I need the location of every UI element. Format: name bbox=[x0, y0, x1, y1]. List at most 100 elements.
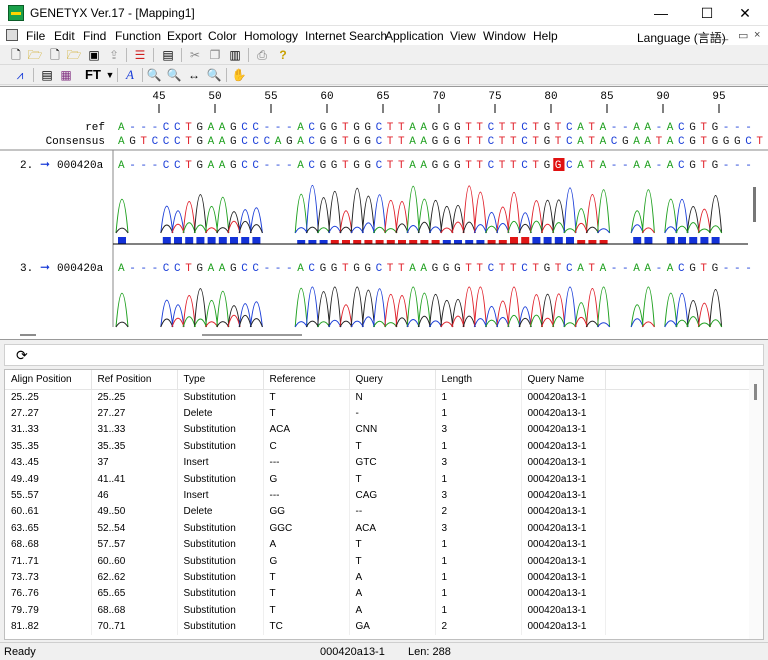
variant-table[interactable]: Align Position Ref Position Type Reference Q… bbox=[4, 369, 764, 640]
minimize-button[interactable]: — bbox=[638, 0, 684, 26]
ref-label: ref bbox=[85, 122, 105, 134]
base-letter: - bbox=[622, 263, 629, 275]
base-letter: T bbox=[342, 263, 349, 275]
alignment-canvas[interactable]: 45 50 55 60 65 70 75 80 85 90 95 ref Consensus A--… bbox=[0, 87, 768, 341]
mdi-close-button[interactable]: × bbox=[754, 29, 760, 41]
open-icon[interactable]: 🗁 bbox=[66, 47, 82, 63]
list-icon[interactable]: ▤ bbox=[39, 67, 55, 83]
trace-peak bbox=[641, 286, 655, 328]
table-row[interactable]: 68..68 57..57 Substitution A T 1 000420a13-1 bbox=[5, 536, 756, 553]
base-letter: A bbox=[409, 122, 416, 134]
ft-dropdown[interactable]: FT bbox=[82, 67, 104, 83]
column-header[interactable]: Ref Position bbox=[91, 370, 178, 390]
assemble-icon[interactable]: ⩘ bbox=[12, 67, 28, 83]
menu-application[interactable]: Application bbox=[385, 29, 444, 43]
table-row[interactable]: 71..71 60..60 Substitution G T 1 000420a13-1 bbox=[5, 552, 756, 570]
base-letter: T bbox=[532, 160, 539, 172]
document-icon[interactable] bbox=[6, 29, 18, 41]
mdi-restore-button[interactable]: ▭ bbox=[738, 29, 748, 42]
base-letter: - bbox=[656, 122, 663, 134]
sequence-alignment-view[interactable]: 45 50 55 60 65 70 75 80 85 90 95 ref Consensus A--… bbox=[0, 86, 768, 340]
arrow-icon: ➞ bbox=[40, 260, 50, 274]
table-cell: Substitution bbox=[177, 569, 264, 586]
table-row[interactable]: 63..65 52..54 Substitution GGC ACA 3 000420a13… bbox=[5, 520, 756, 537]
table-scrollbar[interactable] bbox=[749, 370, 763, 639]
menu-find[interactable]: Find bbox=[83, 29, 106, 43]
column-header[interactable]: Query bbox=[349, 370, 436, 390]
menu-export[interactable]: Export bbox=[167, 29, 202, 43]
base-letter: - bbox=[734, 122, 741, 134]
language-menu[interactable]: Language (言語) bbox=[637, 29, 726, 46]
menu-view[interactable]: View bbox=[450, 29, 476, 43]
cut-icon[interactable]: ✂ bbox=[187, 47, 203, 63]
base-letter: C bbox=[376, 160, 383, 172]
export-icon[interactable]: ⇪ bbox=[106, 47, 122, 63]
table-cell: G bbox=[263, 552, 350, 570]
print-icon[interactable]: ⎙ bbox=[254, 47, 270, 63]
close-button[interactable]: ✕ bbox=[722, 0, 768, 26]
grid-icon[interactable]: ▦ bbox=[58, 67, 74, 83]
menu-help[interactable]: Help bbox=[533, 29, 558, 43]
scroll-thumb[interactable] bbox=[754, 384, 757, 400]
table-row[interactable]: 73..73 62..62 Substitution T A 1 000420a13-1 bbox=[5, 569, 756, 586]
base-letter: G bbox=[689, 122, 696, 134]
table-row[interactable]: 25..25 25..25 Substitution T N 1 000420a13-1 bbox=[5, 389, 756, 406]
trace-peak bbox=[339, 320, 353, 328]
menu-edit[interactable]: Edit bbox=[54, 29, 75, 43]
menu-function[interactable]: Function bbox=[115, 29, 161, 43]
table-row[interactable]: 81..82 70..71 Substitution TC GA 2 000420a13-1 bbox=[5, 618, 756, 635]
base-letter: - bbox=[140, 160, 147, 172]
table-row[interactable]: 79..79 68..68 Substitution T A 1 000420a13-1 bbox=[5, 602, 756, 619]
base-letter: G bbox=[712, 160, 719, 172]
menu-file[interactable]: File bbox=[26, 29, 45, 43]
table-row[interactable]: 35..35 35..35 Substitution C T 1 000420a13-1 bbox=[5, 438, 756, 455]
base-letter: T bbox=[510, 160, 517, 172]
menu-internet-search[interactable]: Internet Search bbox=[305, 29, 387, 43]
table-row[interactable]: 55..57 46 Insert --- CAG 3 000420a13-1 bbox=[5, 487, 756, 504]
trace-peak bbox=[597, 286, 611, 328]
column-header[interactable]: Length bbox=[435, 370, 522, 390]
column-header[interactable]: Query Name bbox=[521, 370, 606, 390]
menu-window[interactable]: Window bbox=[483, 29, 526, 43]
save-icon[interactable]: ▣ bbox=[86, 47, 102, 63]
help-icon[interactable]: ? bbox=[275, 47, 291, 63]
menu-homology[interactable]: Homology bbox=[244, 29, 298, 43]
zoom-in-icon[interactable]: 🔍 bbox=[146, 67, 162, 83]
table-row[interactable]: 60..61 49..50 Delete GG -- 2 000420a13-1 bbox=[5, 503, 756, 521]
base-letter: G bbox=[364, 263, 371, 275]
table-cell: Delete bbox=[177, 503, 264, 521]
table-cell-filler bbox=[605, 487, 756, 504]
new-file-icon[interactable]: 🗋 bbox=[8, 47, 24, 63]
column-header[interactable]: Reference bbox=[263, 370, 350, 390]
base-letter: A bbox=[420, 263, 427, 275]
base-letter: - bbox=[140, 263, 147, 275]
zoom-out-icon[interactable]: 🔍 bbox=[166, 67, 182, 83]
vertical-scrollbar[interactable] bbox=[753, 187, 756, 222]
base-letter: A bbox=[577, 136, 584, 148]
table-row[interactable]: 27..27 27..27 Delete T -1 000420a13-1 bbox=[5, 405, 756, 422]
paste-icon[interactable]: ▥ bbox=[227, 47, 243, 63]
table-row[interactable]: 43..45 37 Insert --- GTC 3 000420a13-1 bbox=[5, 454, 756, 471]
table-row[interactable]: 76..76 65..65 Substitution T A 1 000420a13-1 bbox=[5, 585, 756, 603]
window-icon[interactable]: ▤ bbox=[160, 47, 176, 63]
trace-peak bbox=[552, 222, 566, 234]
open-folder-icon[interactable]: 🗁 bbox=[27, 47, 43, 63]
trace-peak bbox=[585, 320, 599, 328]
zoom-icon[interactable]: 🔍 bbox=[206, 67, 222, 83]
copy-icon[interactable]: ❐ bbox=[207, 47, 223, 63]
menu-color[interactable]: Color bbox=[208, 29, 237, 43]
table-cell-filler bbox=[605, 520, 756, 537]
trace-peak bbox=[328, 225, 342, 234]
chevron-down-icon[interactable]: ▼ bbox=[102, 67, 118, 83]
align-icon[interactable]: ☰ bbox=[132, 47, 148, 63]
column-header[interactable]: Align Position bbox=[5, 370, 92, 390]
column-header[interactable]: Type bbox=[177, 370, 264, 390]
mdi-minimize-button[interactable]: _ bbox=[722, 29, 728, 41]
fit-width-icon[interactable]: ↔ bbox=[186, 67, 202, 83]
table-row[interactable]: 31..33 31..33 Substitution ACA CNN 3 000420a13… bbox=[5, 421, 756, 439]
table-row[interactable]: 49..49 41..41 Substitution G T 1 000420a13-1 bbox=[5, 470, 756, 488]
refresh-icon[interactable]: ⟳ bbox=[16, 347, 28, 364]
font-button[interactable]: A bbox=[122, 67, 138, 83]
hand-icon[interactable]: ✋ bbox=[231, 67, 247, 83]
new-document-icon[interactable]: 🗋 bbox=[47, 47, 63, 63]
